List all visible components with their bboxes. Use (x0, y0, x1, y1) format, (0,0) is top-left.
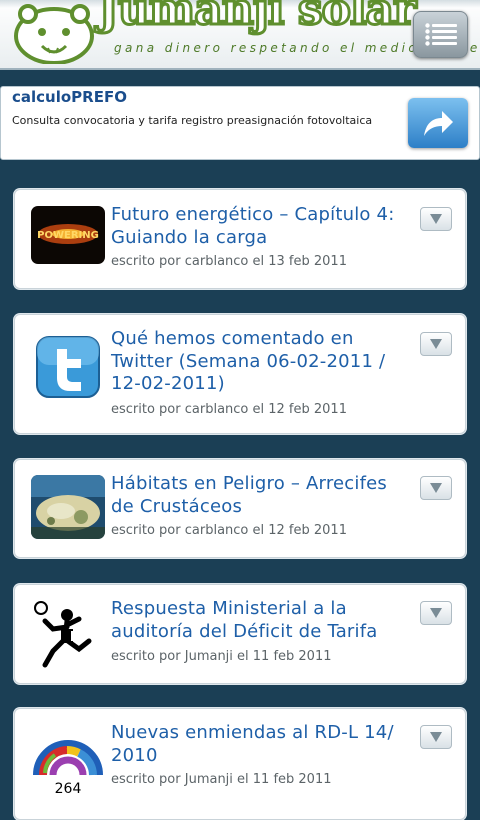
article-title[interactable]: Futuro energético – Capítulo 4: Guiando … (111, 204, 407, 249)
polar-bear-logo-icon (14, 4, 94, 64)
article-title[interactable]: Respuesta Ministerial a la auditoría del… (111, 598, 407, 643)
expand-button[interactable] (420, 601, 452, 625)
banner-description: Consulta convocatoria y tarifa registro … (12, 114, 373, 127)
article-card[interactable]: Hábitats en Peligro – Arrecifes de Crust… (14, 459, 466, 558)
share-arrow-icon (424, 111, 453, 136)
article-title[interactable]: Nuevas enmiendas al RD-L 14/ 2010 (111, 722, 407, 767)
chevron-down-icon (430, 732, 442, 742)
expand-button[interactable] (420, 476, 452, 500)
chevron-down-icon (430, 339, 442, 349)
menu-button[interactable] (413, 11, 468, 58)
article-meta: escrito por Jumanji el 11 feb 2011 (111, 772, 332, 787)
article-title[interactable]: Hábitats en Peligro – Arrecifes de Crust… (111, 473, 407, 518)
thumbnail-label: POWERING (37, 230, 99, 241)
app-header: Jumanji solar gana dinero respetando el … (0, 0, 480, 70)
article-card[interactable]: POWERING Futuro energético – Capítulo 4:… (14, 189, 466, 289)
banner-open-button[interactable] (408, 98, 468, 148)
twitter-logo-icon (31, 333, 105, 401)
article-thumbnail[interactable]: 264 (31, 723, 105, 799)
article-meta: escrito por Jumanji el 11 feb 2011 (111, 649, 332, 664)
expand-button[interactable] (420, 332, 452, 356)
article-thumbnail[interactable] (31, 333, 105, 401)
list-menu-icon (425, 23, 457, 46)
chevron-down-icon (430, 608, 442, 618)
article-thumbnail[interactable] (31, 599, 105, 675)
article-meta: escrito por carblanco el 13 feb 2011 (111, 254, 347, 269)
article-card[interactable]: 264 Nuevas enmiendas al RD-L 14/ 2010 es… (14, 708, 466, 820)
expand-button[interactable] (420, 207, 452, 231)
expand-button[interactable] (420, 725, 452, 749)
article-card[interactable]: Respuesta Ministerial a la auditoría del… (14, 584, 466, 684)
banner-title[interactable]: calculoPREFO (12, 88, 127, 106)
logo-title: Jumanji solar (96, 0, 417, 37)
article-meta: escrito por carblanco el 12 feb 2011 (111, 523, 347, 538)
promo-banner[interactable]: calculoPREFO Consulta convocatoria y tar… (0, 86, 480, 160)
chevron-down-icon (430, 483, 442, 493)
article-title[interactable]: Qué hemos comentado en Twitter (Semana 0… (111, 328, 407, 396)
article-meta: escrito por carblanco el 12 feb 2011 (111, 402, 347, 417)
article-card[interactable]: Qué hemos comentado en Twitter (Semana 0… (14, 314, 466, 434)
article-thumbnail[interactable] (31, 475, 105, 539)
article-thumbnail[interactable]: POWERING (31, 206, 105, 264)
chevron-down-icon (430, 214, 442, 224)
thumbnail-label: 264 (55, 781, 82, 797)
